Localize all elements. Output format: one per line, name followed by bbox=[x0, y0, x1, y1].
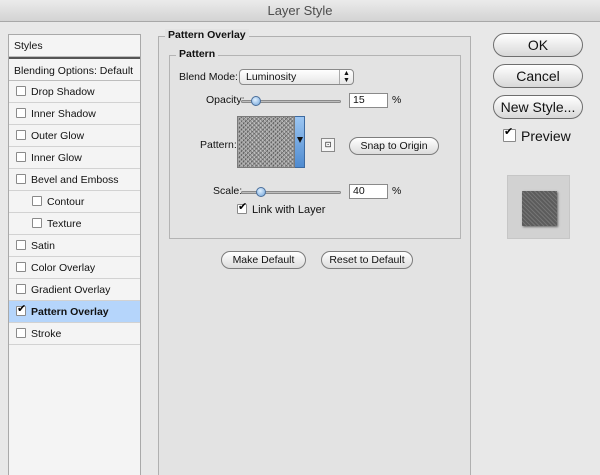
style-item-color-overlay[interactable]: Color Overlay bbox=[9, 257, 140, 279]
blend-mode-label: Blend Mode: bbox=[179, 71, 238, 83]
dropdown-arrow-icon bbox=[297, 137, 303, 143]
style-item-inner-shadow[interactable]: Inner Shadow bbox=[9, 103, 140, 125]
pattern-group: Pattern Blend Mode: Luminosity ▲ ▼ Opacit… bbox=[169, 48, 461, 239]
styles-header[interactable]: Styles bbox=[9, 35, 140, 57]
style-item-outer-glow[interactable]: Outer Glow bbox=[9, 125, 140, 147]
style-item-label: Drop Shadow bbox=[31, 86, 95, 98]
styles-list: Styles Blending Options: Default Drop Sh… bbox=[8, 34, 141, 475]
styles-header-label: Styles bbox=[14, 40, 43, 52]
style-item-drop-shadow[interactable]: Drop Shadow bbox=[9, 81, 140, 103]
cancel-label: Cancel bbox=[516, 68, 560, 84]
style-item-inner-glow[interactable]: Inner Glow bbox=[9, 147, 140, 169]
pattern-overlay-panel: Pattern Overlay Pattern Blend Mode: Lumi… bbox=[158, 29, 471, 475]
style-item-label: Bevel and Emboss bbox=[31, 174, 119, 186]
blend-mode-value: Luminosity bbox=[246, 71, 297, 83]
style-item-gradient-overlay[interactable]: Gradient Overlay bbox=[9, 279, 140, 301]
style-item-label: Texture bbox=[47, 218, 82, 230]
opacity-label: Opacity: bbox=[206, 94, 245, 106]
pattern-group-title: Pattern bbox=[176, 48, 219, 60]
style-item-stroke[interactable]: Stroke bbox=[9, 323, 140, 345]
style-checkbox[interactable] bbox=[16, 284, 26, 294]
make-default-button[interactable]: Make Default bbox=[221, 251, 306, 269]
style-checkbox[interactable] bbox=[16, 152, 26, 162]
style-checkbox[interactable] bbox=[16, 174, 26, 184]
style-item-label: Inner Glow bbox=[31, 152, 82, 164]
pattern-swatch[interactable] bbox=[237, 116, 295, 168]
scale-value: 40 bbox=[353, 185, 365, 197]
style-checkbox[interactable] bbox=[32, 196, 42, 206]
style-checkbox[interactable] bbox=[16, 302, 26, 316]
pattern-label: Pattern: bbox=[200, 139, 237, 151]
opacity-input[interactable]: 15 bbox=[349, 93, 388, 108]
style-checkbox[interactable] bbox=[16, 240, 26, 250]
style-item-satin[interactable]: Satin bbox=[9, 235, 140, 257]
style-checkbox[interactable] bbox=[32, 218, 42, 228]
reset-to-default-label: Reset to Default bbox=[329, 254, 405, 266]
scale-label: Scale: bbox=[213, 185, 243, 197]
panel-title: Pattern Overlay bbox=[165, 29, 249, 41]
select-arrows-icon: ▲ ▼ bbox=[339, 70, 353, 84]
style-checkbox[interactable] bbox=[16, 328, 26, 338]
style-item-label: Satin bbox=[31, 240, 55, 252]
style-item-bevel-and-emboss[interactable]: Bevel and Emboss bbox=[9, 169, 140, 191]
preview-swatch bbox=[522, 191, 557, 226]
new-style-label: New Style... bbox=[500, 99, 576, 115]
preview-checkbox[interactable] bbox=[503, 125, 516, 142]
scale-unit: % bbox=[392, 185, 402, 197]
new-preset-icon[interactable]: ⊡ bbox=[321, 138, 335, 152]
style-checkbox[interactable] bbox=[16, 262, 26, 272]
reset-to-default-button[interactable]: Reset to Default bbox=[321, 251, 413, 269]
window-title: Layer Style bbox=[267, 3, 333, 18]
style-checkbox[interactable] bbox=[16, 86, 26, 96]
link-with-layer-checkbox[interactable] bbox=[237, 200, 247, 214]
preview-option[interactable]: Preview bbox=[503, 125, 571, 144]
cancel-button[interactable]: Cancel bbox=[493, 64, 583, 88]
style-item-label: Pattern Overlay bbox=[31, 306, 109, 318]
window-title-bar: Layer Style bbox=[0, 0, 600, 22]
style-checkbox[interactable] bbox=[16, 130, 26, 140]
opacity-value: 15 bbox=[353, 94, 365, 106]
style-item-pattern-overlay[interactable]: Pattern Overlay bbox=[9, 301, 140, 323]
style-item-label: Stroke bbox=[31, 328, 62, 340]
blending-options-item[interactable]: Blending Options: Default bbox=[9, 57, 140, 81]
snap-to-origin-label: Snap to Origin bbox=[360, 140, 428, 152]
ok-button[interactable]: OK bbox=[493, 33, 583, 57]
style-item-label: Outer Glow bbox=[31, 130, 85, 142]
link-with-layer-option[interactable]: Link with Layer bbox=[237, 200, 326, 216]
style-item-label: Contour bbox=[47, 196, 85, 208]
scale-input[interactable]: 40 bbox=[349, 184, 388, 199]
ok-label: OK bbox=[527, 37, 549, 53]
link-with-layer-label: Link with Layer bbox=[252, 204, 326, 216]
style-item-contour[interactable]: Contour bbox=[9, 191, 140, 213]
blend-mode-select[interactable]: Luminosity ▲ ▼ bbox=[239, 69, 354, 85]
make-default-label: Make Default bbox=[232, 254, 295, 266]
opacity-slider-thumb[interactable] bbox=[251, 96, 261, 106]
style-item-label: Inner Shadow bbox=[31, 108, 96, 120]
opacity-unit: % bbox=[392, 94, 402, 106]
style-item-texture[interactable]: Texture bbox=[9, 213, 140, 235]
new-style-button[interactable]: New Style... bbox=[493, 95, 583, 119]
snap-to-origin-button[interactable]: Snap to Origin bbox=[349, 137, 439, 155]
scale-slider-thumb[interactable] bbox=[256, 187, 266, 197]
style-checkbox[interactable] bbox=[16, 108, 26, 118]
style-item-label: Color Overlay bbox=[31, 262, 96, 274]
pattern-picker-button[interactable] bbox=[295, 116, 305, 168]
style-item-label: Gradient Overlay bbox=[31, 284, 111, 296]
blending-options-label: Blending Options: Default bbox=[14, 65, 134, 77]
preview-thumbnail bbox=[507, 175, 570, 239]
dialog-body: Styles Blending Options: Default Drop Sh… bbox=[0, 22, 600, 475]
preview-label: Preview bbox=[521, 128, 571, 144]
